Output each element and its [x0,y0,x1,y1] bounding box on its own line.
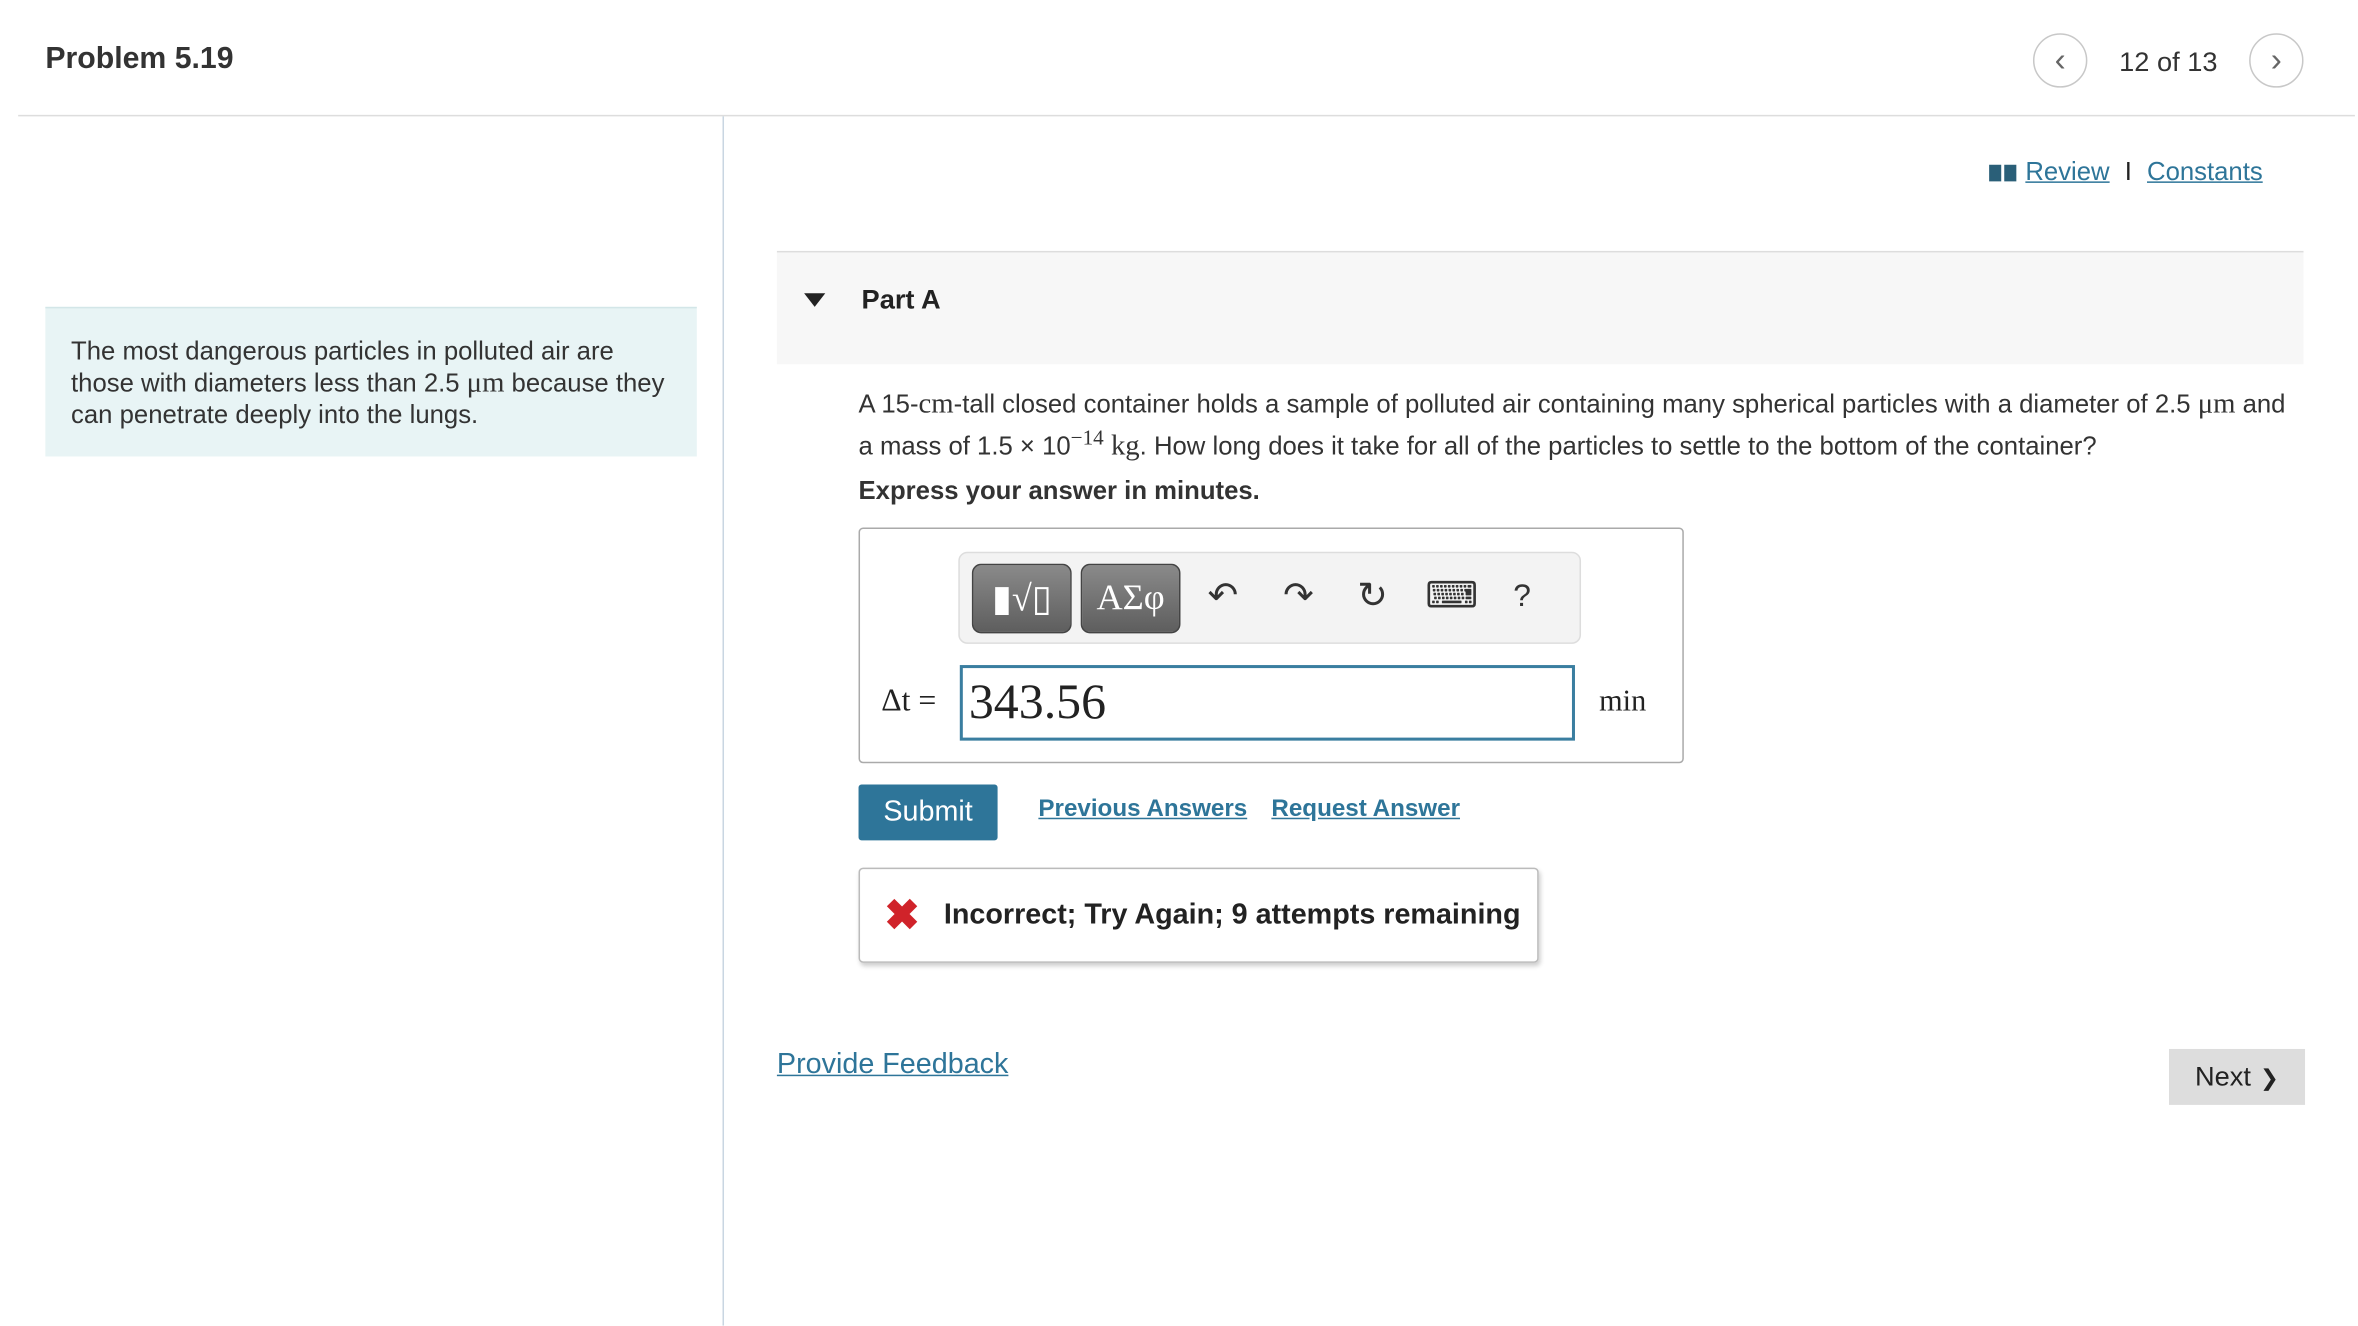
link-separator: I [2124,157,2132,186]
answer-links: Previous Answers Request Answer [1038,797,1460,824]
chevron-right-icon: ❯ [2260,1064,2280,1091]
intro-unit: μm [466,367,505,400]
incorrect-x-icon: ✖ [884,891,920,939]
previous-problem-button[interactable]: ‹ [2032,33,2088,88]
submit-button[interactable]: Submit [858,784,998,841]
greek-symbols-button[interactable]: ΑΣφ [1080,563,1181,634]
next-button[interactable]: Next ❯ [2169,1048,2306,1105]
chevron-right-icon: › [2270,40,2282,79]
header-divider [18,114,2355,117]
previous-answers-link[interactable]: Previous Answers [1038,797,1247,824]
answer-instruction: Express your answer in minutes. [858,476,1260,505]
problem-title: Problem 5.19 [45,42,234,76]
part-a-header[interactable]: Part A [776,250,2304,365]
next-label: Next [2195,1061,2251,1092]
feedback-text: Incorrect; Try Again; 9 attempts remaini… [943,898,1521,931]
math-toolbar: ▮√▯ ΑΣφ ↶ ↷ ↻ ⌨ ? [958,551,1582,644]
reset-icon[interactable]: ↻ [1350,574,1395,618]
part-label: Part A [861,284,941,315]
panel-divider [722,116,725,1326]
answer-unit: min [1599,684,1647,718]
problem-counter: 12 of 13 [2119,46,2218,78]
question-text: A 15-cm-tall closed container holds a sa… [858,388,2286,462]
problem-intro: The most dangerous particles in polluted… [45,306,697,457]
help-icon[interactable]: ? [1499,579,1544,615]
chevron-left-icon: ‹ [2054,40,2066,79]
answer-variable-label: Δt = [881,681,937,718]
next-problem-button[interactable]: › [2249,33,2304,88]
feedback-message: ✖ Incorrect; Try Again; 9 attempts remai… [858,867,1539,963]
answer-box: ▮√▯ ΑΣφ ↶ ↷ ↻ ⌨ ? Δt = 343.56 min [858,527,1684,764]
templates-button[interactable]: ▮√▯ [971,563,1072,634]
constants-link[interactable]: Constants [2147,157,2263,187]
provide-feedback-link[interactable]: Provide Feedback [777,1049,1008,1082]
keyboard-icon[interactable]: ⌨ [1425,574,1477,618]
resource-links: Review I Constants [1989,157,2263,187]
redo-icon[interactable]: ↷ [1276,574,1321,618]
book-icon [1989,163,2017,181]
review-link[interactable]: Review [2025,157,2109,187]
collapse-triangle-icon[interactable] [804,293,826,307]
answer-input[interactable]: 343.56 [959,665,1575,741]
undo-icon[interactable]: ↶ [1200,574,1245,618]
request-answer-link[interactable]: Request Answer [1271,797,1460,824]
